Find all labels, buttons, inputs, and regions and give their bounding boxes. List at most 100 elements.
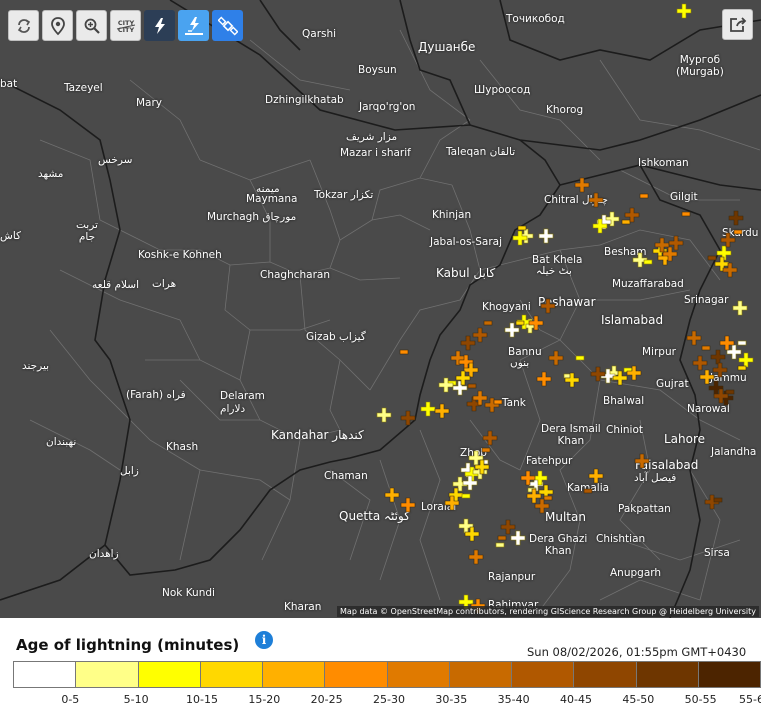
scale-swatch xyxy=(574,662,637,687)
timestamp: Sun 08/02/2026, 01:55pm GMT+0430 xyxy=(527,645,747,659)
place-label: Kabul کابل xyxy=(436,266,496,280)
refresh-button[interactable] xyxy=(8,10,39,41)
place-label: نهبندان xyxy=(46,436,77,448)
scale-tick-label: 35-40 xyxy=(497,693,530,706)
lightning-strike-marker xyxy=(590,366,606,382)
lightning-ground-icon xyxy=(184,16,203,35)
lightning-strike-marker xyxy=(510,530,526,546)
national-borders xyxy=(0,0,761,618)
place-label: Taleqan تالقان xyxy=(446,146,516,158)
place-label: (Farah) فراه xyxy=(126,389,186,401)
zoom-icon xyxy=(84,18,100,34)
lightning-strike-marker xyxy=(468,549,484,565)
lightning-strike-marker xyxy=(583,488,593,494)
lightning-strike-marker xyxy=(713,497,723,503)
scale-tick-label: 50-55 xyxy=(684,693,717,706)
place-label: زابل xyxy=(120,465,139,477)
place-label: Jalandha xyxy=(711,446,757,458)
place-label: Dzhingilkhatab xyxy=(265,94,344,106)
place-label: سرخس xyxy=(98,154,133,166)
lightning-strike-marker xyxy=(728,210,744,226)
place-label: Chiniot xyxy=(606,424,644,436)
satellite-icon xyxy=(217,15,238,36)
scale-swatch xyxy=(636,662,699,687)
city-labels-button[interactable]: CITY CITY xyxy=(110,10,141,41)
info-icon[interactable]: i xyxy=(255,631,273,649)
lightning-strike-marker xyxy=(722,262,738,278)
scale-tick-label: 30-35 xyxy=(435,693,468,706)
place-label: Srinagar xyxy=(684,294,729,306)
place-label: فیصل آباد xyxy=(634,472,677,484)
place-label: Dera Ismail Khan xyxy=(541,423,601,447)
map-basemap xyxy=(0,0,761,618)
lightning-strike-marker xyxy=(676,3,692,19)
place-label: Muzaffarabad xyxy=(612,278,684,290)
lightning-strike-marker xyxy=(634,453,650,469)
place-label: Maymana xyxy=(246,193,298,205)
lightning-strike-marker xyxy=(681,211,691,217)
age-scale-ticks: 0-5 5-10 10-15 15-20 20-25 25-30 30-35 35-40 40-… xyxy=(0,693,761,709)
place-label: بیرجند xyxy=(22,360,50,372)
location-button[interactable] xyxy=(42,10,73,41)
lightning-strike-marker xyxy=(515,320,525,326)
scale-swatch xyxy=(387,662,450,687)
lightning-strike-marker xyxy=(548,350,564,366)
place-label: Murchagh مورچاق xyxy=(207,211,297,223)
place-label: Multan xyxy=(545,510,586,524)
scale-swatch xyxy=(263,662,326,687)
lightning-map[interactable]: Qarshi Душанбе Точикобод Boysun Мургоб (Murga… xyxy=(0,0,761,618)
scale-swatch xyxy=(200,662,263,687)
lightning-strike-marker xyxy=(495,542,505,548)
lightning-toggle-button[interactable] xyxy=(144,10,175,41)
place-label: Bhalwal xyxy=(603,395,645,407)
scale-swatch xyxy=(325,662,388,687)
place-label: Шуроосод xyxy=(474,84,531,96)
place-label: Kandahar کندهار xyxy=(271,428,364,442)
lightning-strike-marker xyxy=(376,407,392,423)
ground-strike-toggle-button[interactable] xyxy=(178,10,209,41)
scale-tick-label: 20-25 xyxy=(310,693,343,706)
place-label: Fatehpur xyxy=(526,455,573,467)
zoom-button[interactable] xyxy=(76,10,107,41)
place-label: Islamabad xyxy=(601,313,664,327)
scale-tick-label: 5-10 xyxy=(123,693,149,706)
place-label: Nok Kundi xyxy=(162,587,215,599)
satellite-toggle-button[interactable] xyxy=(212,10,243,41)
place-label: Душанбе xyxy=(418,40,476,54)
place-label: Mirpur xyxy=(642,346,676,358)
place-label: Tokzar تکزار xyxy=(314,189,374,201)
place-label: Tazeyel xyxy=(64,82,103,94)
place-label: Lahore xyxy=(664,432,706,446)
share-button[interactable] xyxy=(722,9,753,40)
refresh-icon xyxy=(17,18,30,33)
place-label: Khash xyxy=(166,441,199,453)
place-label: Mazar i sharif xyxy=(340,147,411,159)
lightning-icon xyxy=(154,17,165,34)
place-label: مشهد xyxy=(38,168,64,180)
lightning-strike-marker xyxy=(474,459,490,475)
scale-tick-label: 45-50 xyxy=(622,693,655,706)
scale-swatch xyxy=(698,662,760,687)
map-toolbar: CITY CITY xyxy=(8,10,243,41)
place-label: Khinjan xyxy=(432,209,472,221)
scale-tick-label: 55-6 xyxy=(739,693,761,706)
place-label: Chaman xyxy=(324,470,368,482)
lightning-strike-marker xyxy=(686,330,702,346)
place-label: Kharan xyxy=(284,601,322,613)
lightning-strike-marker xyxy=(540,298,556,314)
place-label: زاهدان xyxy=(89,548,119,560)
age-color-scale xyxy=(13,661,761,688)
place-label: مزار شریف xyxy=(346,131,398,143)
lightning-strike-marker xyxy=(639,193,649,199)
place-label: Мургоб (Murgab) xyxy=(676,54,724,78)
lightning-strike-marker xyxy=(460,335,476,351)
lightning-strike-marker xyxy=(588,192,604,208)
lightning-strike-marker xyxy=(482,430,498,446)
place-label: Gujrat xyxy=(656,378,689,390)
scale-tick-label: 10-15 xyxy=(186,693,218,706)
place-label: Chaghcharan xyxy=(260,269,331,281)
scale-tick-label: 15-20 xyxy=(248,693,281,706)
place-label: Mary xyxy=(136,97,163,109)
lightning-strike-marker xyxy=(538,228,554,244)
place-label: کاش xyxy=(0,230,22,242)
